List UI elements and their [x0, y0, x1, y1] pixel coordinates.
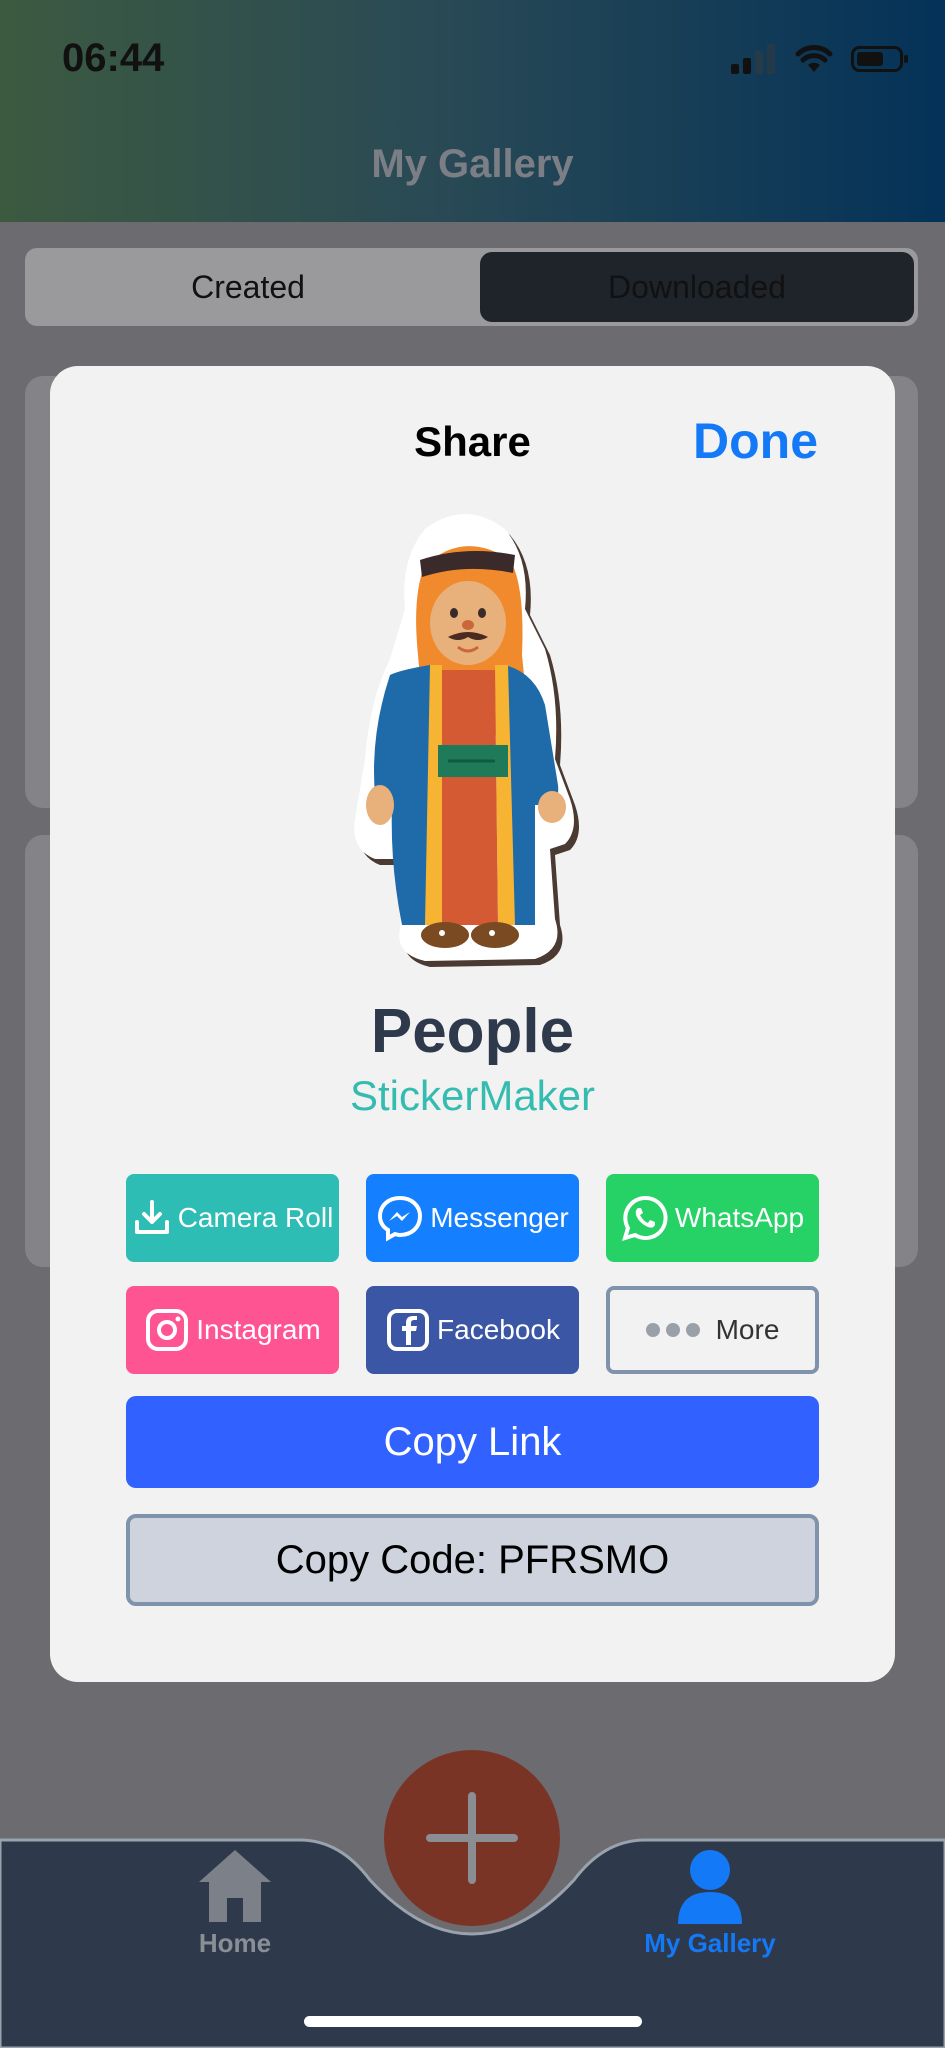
more-label: More [715, 1314, 780, 1345]
messenger-label: Messenger [430, 1202, 569, 1233]
sticker-image [354, 514, 579, 967]
more-button[interactable]: More [606, 1286, 819, 1374]
download-icon [134, 1200, 169, 1234]
add-sticker-button[interactable] [384, 1750, 560, 1926]
facebook-label: Facebook [437, 1314, 560, 1345]
done-button[interactable]: Done [693, 412, 818, 470]
battery-icon [851, 46, 908, 72]
person-icon [678, 1850, 742, 1924]
instagram-label: Instagram [196, 1314, 321, 1345]
segment-downloaded[interactable]: Downloaded [480, 252, 914, 322]
messenger-icon [378, 1195, 423, 1242]
tab-home-label: Home [198, 1928, 272, 1958]
status-icons [731, 42, 909, 76]
page-title: My Gallery [371, 142, 574, 186]
header-bar [0, 0, 945, 222]
home-icon [199, 1850, 271, 1922]
tab-my-gallery[interactable]: My Gallery [630, 1848, 790, 1958]
sticker-name: People [370, 997, 575, 1066]
more-dots-icon [645, 1323, 700, 1337]
signal-icon [731, 44, 775, 74]
whatsapp-icon [621, 1195, 668, 1241]
copy-code-button[interactable]: Copy Code: PFRSMO [126, 1514, 819, 1606]
whatsapp-label: WhatsApp [674, 1202, 805, 1233]
facebook-button[interactable]: Facebook [366, 1286, 579, 1374]
plus-icon [426, 1792, 518, 1884]
segment-created[interactable]: Created [25, 248, 471, 326]
status-time: 06:44 [62, 36, 165, 80]
home-indicator [304, 2016, 642, 2027]
instagram-button[interactable]: Instagram [126, 1286, 339, 1374]
tab-my-gallery-label: My Gallery [644, 1928, 776, 1958]
instagram-icon [146, 1309, 189, 1351]
sticker-author[interactable]: StickerMaker [50, 1072, 895, 1120]
camera-roll-button[interactable]: Camera Roll [126, 1174, 339, 1262]
copy-link-button[interactable]: Copy Link [126, 1396, 819, 1488]
messenger-button[interactable]: Messenger [366, 1174, 579, 1262]
tab-home[interactable]: Home [170, 1848, 300, 1958]
camera-roll-label: Camera Roll [177, 1202, 334, 1233]
facebook-icon [387, 1309, 430, 1351]
whatsapp-button[interactable]: WhatsApp [606, 1174, 819, 1262]
wifi-icon [795, 45, 833, 72]
